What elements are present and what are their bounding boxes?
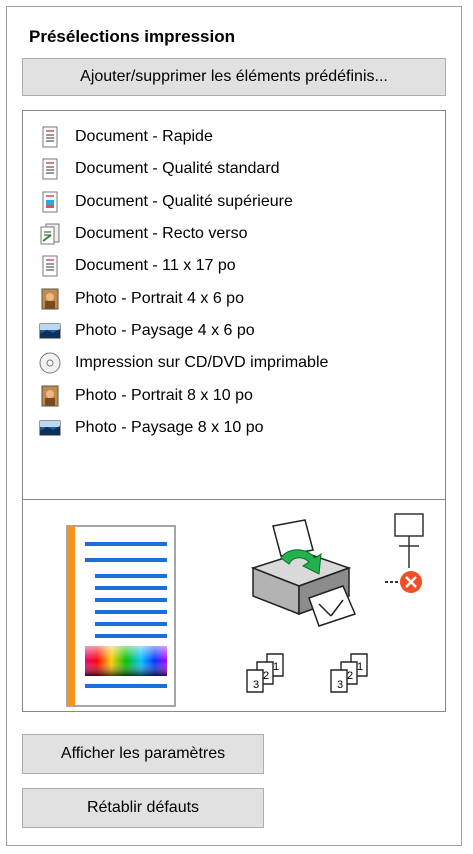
document-icon bbox=[39, 255, 61, 277]
document-icon bbox=[39, 126, 61, 148]
photo-landscape-icon bbox=[39, 417, 61, 439]
panel-title: Présélections impression bbox=[29, 27, 235, 46]
preset-item[interactable]: Impression sur CD/DVD imprimable bbox=[23, 347, 445, 379]
preset-item[interactable]: Document - Rapide bbox=[23, 121, 445, 153]
copy-page-3-label: 3 bbox=[253, 679, 259, 691]
cd-icon bbox=[39, 352, 61, 374]
reset-defaults-button[interactable]: Rétablir défauts bbox=[22, 788, 264, 828]
preset-item-label: Document - 11 x 17 po bbox=[75, 257, 236, 275]
presets-list-items: Document - Rapide Document - Qualité stan… bbox=[23, 111, 445, 444]
preset-item-label: Photo - Paysage 4 x 6 po bbox=[75, 321, 255, 339]
copy-page-1-label: 1 bbox=[273, 661, 279, 673]
preset-item-label: Document - Recto verso bbox=[75, 225, 248, 243]
duplex-document-icon bbox=[39, 223, 61, 245]
copy-page-1-label-2: 1 bbox=[357, 661, 363, 673]
copy-page-2-label-2: 2 bbox=[347, 670, 353, 682]
network-error-icon bbox=[385, 513, 424, 593]
preset-item[interactable]: Document - Qualité standard bbox=[23, 153, 445, 185]
print-preview-area: 1 2 3 1 2 3 bbox=[22, 500, 446, 712]
preset-item-label: Document - Qualité supérieure bbox=[75, 192, 293, 210]
preset-item[interactable]: Document - Recto verso bbox=[23, 218, 445, 250]
document-preview-icon bbox=[66, 525, 176, 707]
collate-copies-icon: 1 2 3 bbox=[246, 653, 284, 693]
copy-page-3-label-2: 3 bbox=[337, 679, 343, 691]
show-settings-button[interactable]: Afficher les paramètres bbox=[22, 734, 264, 774]
preset-item[interactable]: Document - Qualité supérieure bbox=[23, 186, 445, 218]
preset-item-label: Document - Rapide bbox=[75, 128, 213, 146]
preset-item-label: Impression sur CD/DVD imprimable bbox=[75, 354, 329, 372]
preset-item[interactable]: Photo - Portrait 8 x 10 po bbox=[23, 379, 445, 411]
preset-item[interactable]: Photo - Portrait 4 x 6 po bbox=[23, 282, 445, 314]
photo-portrait-icon bbox=[39, 385, 61, 407]
presets-list[interactable]: Document - Rapide Document - Qualité stan… bbox=[22, 110, 446, 500]
photo-landscape-icon bbox=[39, 320, 61, 342]
preset-item-label: Photo - Paysage 8 x 10 po bbox=[75, 418, 264, 436]
add-remove-presets-button[interactable]: Ajouter/supprimer les éléments prédéfini… bbox=[22, 58, 446, 96]
preset-item-label: Document - Qualité standard bbox=[75, 160, 280, 178]
preset-item[interactable]: Photo - Paysage 4 x 6 po bbox=[23, 315, 445, 347]
preset-item[interactable]: Document - 11 x 17 po bbox=[23, 250, 445, 282]
preset-item-label: Photo - Portrait 8 x 10 po bbox=[75, 386, 253, 404]
collate-copies-icon-2: 1 2 3 bbox=[330, 653, 368, 693]
printer-icon bbox=[250, 519, 357, 627]
document-color-icon bbox=[39, 191, 61, 213]
document-icon bbox=[39, 158, 61, 180]
copy-page-2-label: 2 bbox=[263, 670, 269, 682]
preset-item[interactable]: Photo - Paysage 8 x 10 po bbox=[23, 412, 445, 444]
photo-portrait-icon bbox=[39, 288, 61, 310]
preset-item-label: Photo - Portrait 4 x 6 po bbox=[75, 289, 244, 307]
